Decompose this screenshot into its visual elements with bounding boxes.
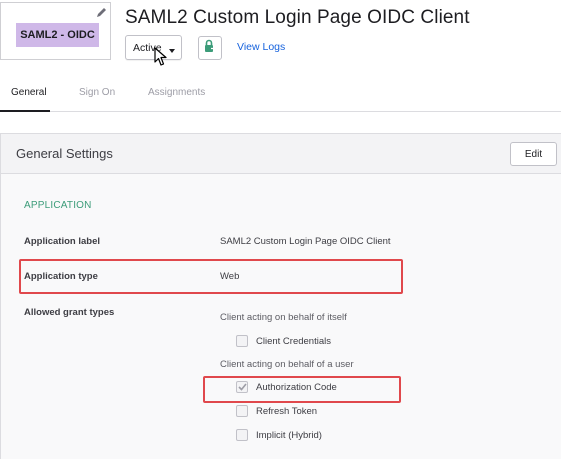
mouse-cursor-icon (154, 47, 167, 72)
checkbox-label: Client Credentials (256, 335, 331, 347)
app-logo-box: SAML2 - OIDC (0, 2, 111, 60)
view-logs-link[interactable]: View Logs (237, 41, 285, 53)
application-label-label: Application label (24, 236, 101, 247)
page-title: SAML2 Custom Login Page OIDC Client (125, 7, 470, 28)
refresh-token-checkbox[interactable] (236, 405, 248, 417)
app-logo-label: SAML2 - OIDC (16, 23, 99, 47)
caret-down-icon (169, 45, 175, 57)
checkbox-row-implicit-hybrid[interactable]: Implicit (Hybrid) (236, 428, 322, 442)
implicit-hybrid-checkbox[interactable] (236, 429, 248, 441)
application-type-label: Application type (24, 271, 98, 282)
checkbox-row-authorization-code[interactable]: Authorization Code (236, 380, 337, 394)
checkbox-label: Implicit (Hybrid) (256, 429, 322, 441)
checkbox-row-client-credentials[interactable]: Client Credentials (236, 334, 331, 348)
tab-sign-on[interactable]: Sign On (79, 87, 115, 98)
edit-button[interactable]: Edit (510, 142, 557, 166)
push-to-device-button[interactable] (198, 36, 222, 60)
checkbox-label: Refresh Token (256, 405, 318, 417)
pencil-icon[interactable] (94, 5, 108, 19)
lock-arrow-icon (203, 39, 217, 58)
application-type-value: Web (220, 271, 240, 282)
checkmark-icon (237, 378, 247, 396)
authorization-code-checkbox[interactable] (236, 381, 248, 393)
tab-bar: General Sign On Assignments (0, 78, 561, 112)
active-tab-indicator (0, 110, 50, 112)
tab-assignments[interactable]: Assignments (148, 87, 205, 98)
checkbox-label: Authorization Code (256, 381, 337, 393)
allowed-grant-types-label: Allowed grant types (24, 307, 115, 318)
tab-general[interactable]: General (11, 87, 47, 98)
panel-title: General Settings (16, 146, 113, 161)
client-credentials-checkbox[interactable] (236, 335, 248, 347)
grant-group-heading: Client acting on behalf of itself (220, 312, 347, 323)
general-settings-panel: General Settings Edit APPLICATION Applic… (0, 133, 561, 459)
grant-group-heading: Client acting on behalf of a user (220, 359, 354, 370)
section-heading: APPLICATION (24, 200, 92, 211)
checkbox-row-refresh-token[interactable]: Refresh Token (236, 404, 317, 418)
application-label-value: SAML2 Custom Login Page OIDC Client (220, 236, 391, 247)
panel-header: General Settings Edit (1, 134, 561, 174)
